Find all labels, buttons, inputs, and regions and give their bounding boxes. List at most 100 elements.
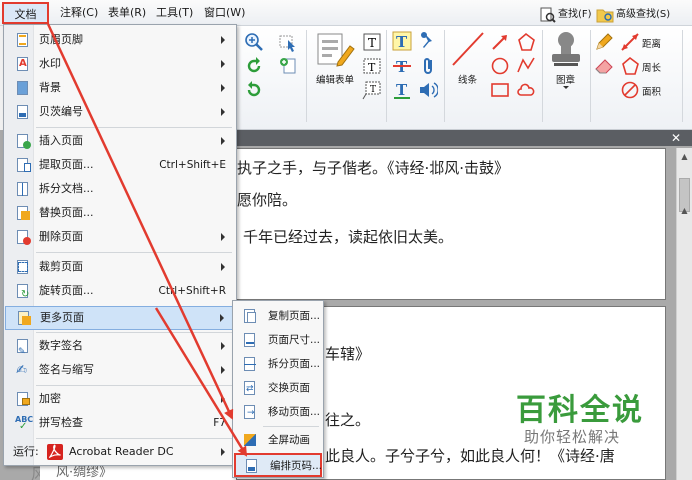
stamp-icon[interactable] bbox=[548, 30, 584, 70]
text-field-icon[interactable]: T bbox=[362, 32, 382, 52]
submenu-arrow-icon bbox=[221, 448, 225, 456]
polygon-icon[interactable] bbox=[516, 32, 536, 52]
menu-item-shortcut: F7 bbox=[213, 417, 226, 429]
arrow-icon[interactable] bbox=[490, 32, 510, 52]
menu-item-more-pages[interactable]: 更多页面 bbox=[5, 306, 236, 330]
submenu-item-label: 拆分页面... bbox=[268, 358, 321, 370]
menu-comment[interactable]: 注释(C) bbox=[56, 4, 102, 22]
advanced-find-button[interactable]: 高级查找(S) bbox=[594, 6, 670, 24]
close-document-icon[interactable]: ✕ bbox=[668, 130, 684, 146]
svg-text:T: T bbox=[368, 61, 376, 74]
submenu-arrow-icon bbox=[221, 84, 225, 92]
scroll-up-page-icon[interactable]: ▲ bbox=[677, 204, 692, 218]
attachment-icon[interactable] bbox=[418, 56, 438, 76]
crop-pages-icon bbox=[15, 259, 31, 275]
replace-pages-icon bbox=[15, 205, 31, 221]
menu-tools[interactable]: 工具(T) bbox=[152, 4, 197, 22]
edit-form-icon[interactable] bbox=[316, 32, 356, 68]
submenu-item-swap-pages[interactable]: ⇄ 交换页面 bbox=[234, 377, 322, 399]
menu-item-label: 签名与缩写 bbox=[39, 363, 94, 376]
submenu-arrow-icon bbox=[221, 342, 225, 350]
text-box-icon[interactable]: T bbox=[362, 56, 382, 76]
extract-pages-icon bbox=[15, 157, 31, 173]
split-pages-icon bbox=[242, 356, 258, 372]
menu-item-label: 删除页面 bbox=[39, 230, 83, 243]
page2-line-2: 往之。 bbox=[325, 411, 371, 429]
submenu-item-full-screen-animation[interactable]: 全屏动画 bbox=[234, 429, 322, 451]
menu-item-spell-check[interactable]: ABC ✓ 拼写检查 F7 bbox=[5, 412, 236, 434]
eraser-icon[interactable] bbox=[594, 56, 614, 76]
renumber-pages-icon bbox=[244, 458, 260, 474]
menu-item-header-footer[interactable]: 页眉页脚 bbox=[5, 29, 236, 51]
submenu-arrow-icon bbox=[221, 108, 225, 116]
document-page-1: 执子之手，与子偕老。《诗经·邶风·击鼓》 愿你陪。 千年已经过去，读起依旧太美。 bbox=[236, 148, 666, 300]
rotate-right-icon[interactable] bbox=[244, 80, 264, 100]
menu-item-extract-pages[interactable]: 提取页面... Ctrl+Shift+E bbox=[5, 154, 236, 176]
menu-item-background[interactable]: 背景 bbox=[5, 77, 236, 99]
acrobat-icon bbox=[47, 444, 63, 460]
menu-item-run-app[interactable]: 运行: Acrobat Reader DC bbox=[5, 441, 236, 463]
submenu-arrow-icon bbox=[221, 60, 225, 68]
menu-item-label: 水印 bbox=[39, 57, 61, 70]
distance-icon[interactable] bbox=[620, 32, 640, 52]
menu-item-replace-pages[interactable]: 替换页面... bbox=[5, 202, 236, 224]
menu-window[interactable]: 窗口(W) bbox=[200, 4, 249, 22]
typewriter-icon[interactable]: T bbox=[392, 31, 412, 51]
svg-text:T: T bbox=[396, 81, 408, 99]
sound-icon[interactable] bbox=[418, 80, 438, 100]
submenu-arrow-icon bbox=[221, 366, 225, 374]
menu-form[interactable]: 表单(R) bbox=[104, 4, 150, 22]
menu-item-label: 贝茨编号 bbox=[39, 105, 83, 118]
menu-item-label: 运行: bbox=[13, 445, 39, 458]
document-menu: 页眉页脚 A 水印 背景 贝茨编号 插入页面 提取页面... Ctrl+Shif… bbox=[3, 24, 237, 466]
stamp-dropdown-icon[interactable] bbox=[563, 86, 569, 89]
menu-item-label: 提取页面... bbox=[39, 158, 94, 171]
submenu-item-move-pages[interactable]: → 移动页面... bbox=[234, 401, 322, 423]
polyline-icon[interactable] bbox=[516, 56, 536, 76]
scroll-up-icon[interactable]: ▲ bbox=[677, 150, 692, 164]
select-area-icon[interactable] bbox=[278, 32, 298, 52]
menu-document[interactable]: 文档(D) bbox=[2, 2, 49, 43]
submenu-arrow-icon bbox=[220, 314, 224, 322]
header-footer-icon bbox=[15, 32, 31, 48]
pencil-icon[interactable] bbox=[594, 32, 614, 52]
strikethrough-icon[interactable]: T bbox=[392, 56, 412, 76]
pin-icon[interactable] bbox=[418, 31, 438, 51]
menu-item-digital-signature[interactable]: ✎ 数字签名 bbox=[5, 335, 236, 357]
submenu-item-page-size[interactable]: 页面尺寸... bbox=[234, 329, 322, 351]
menu-item-bates-numbering[interactable]: 贝茨编号 bbox=[5, 101, 236, 123]
cloud-icon[interactable] bbox=[516, 80, 536, 100]
area-icon[interactable] bbox=[620, 80, 640, 100]
callout-icon[interactable]: T bbox=[362, 80, 382, 100]
watermark-title: 百科全说 bbox=[516, 393, 644, 428]
menu-item-label: 数字签名 bbox=[39, 339, 83, 352]
move-pages-icon: → bbox=[242, 404, 258, 420]
submenu-item-renumber-pages[interactable]: 编排页码... bbox=[234, 453, 322, 477]
menu-bar: 文档(D) 注释(C) 表单(R) 工具(T) 窗口(W) 查找(F) 高级查找… bbox=[0, 0, 692, 43]
find-button[interactable]: 查找(F) bbox=[536, 6, 592, 24]
menu-item-crop-pages[interactable]: 裁剪页面 bbox=[5, 256, 236, 278]
perimeter-icon[interactable] bbox=[620, 56, 640, 76]
insert-page-icon[interactable] bbox=[278, 56, 298, 76]
menu-item-sign-initial[interactable]: ✍ 签名与缩写 bbox=[5, 359, 236, 381]
rectangle-icon[interactable] bbox=[490, 80, 510, 100]
menu-item-insert-page[interactable]: 插入页面 bbox=[5, 130, 236, 152]
zoom-in-icon[interactable] bbox=[244, 32, 264, 52]
menu-item-encrypt[interactable]: 加密 bbox=[5, 388, 236, 410]
oval-icon[interactable] bbox=[490, 56, 510, 76]
underline-icon[interactable]: T bbox=[392, 80, 412, 100]
menu-item-delete-pages[interactable]: 删除页面 bbox=[5, 226, 236, 248]
submenu-item-duplicate-pages[interactable]: 复制页面... bbox=[234, 305, 322, 327]
line-icon[interactable] bbox=[450, 30, 486, 68]
find-icon bbox=[540, 7, 556, 23]
menu-item-rotate-pages[interactable]: ↻ 旋转页面... Ctrl+Shift+R bbox=[5, 280, 236, 302]
submenu-item-label: 全屏动画 bbox=[268, 434, 310, 446]
toolbar-ribbon: 编辑表单 T T T T T T 线条 图章 距离 周长 面积 bbox=[236, 26, 692, 130]
rotate-left-icon[interactable] bbox=[244, 56, 264, 76]
menu-item-watermark[interactable]: A 水印 bbox=[5, 53, 236, 75]
vertical-scrollbar[interactable]: ▲ ▲ bbox=[676, 148, 692, 480]
menu-item-split-document[interactable]: 拆分文档... bbox=[5, 178, 236, 200]
menu-item-label: 加密 bbox=[39, 392, 61, 405]
submenu-item-split-pages[interactable]: 拆分页面... bbox=[234, 353, 322, 375]
split-document-icon bbox=[15, 181, 31, 197]
